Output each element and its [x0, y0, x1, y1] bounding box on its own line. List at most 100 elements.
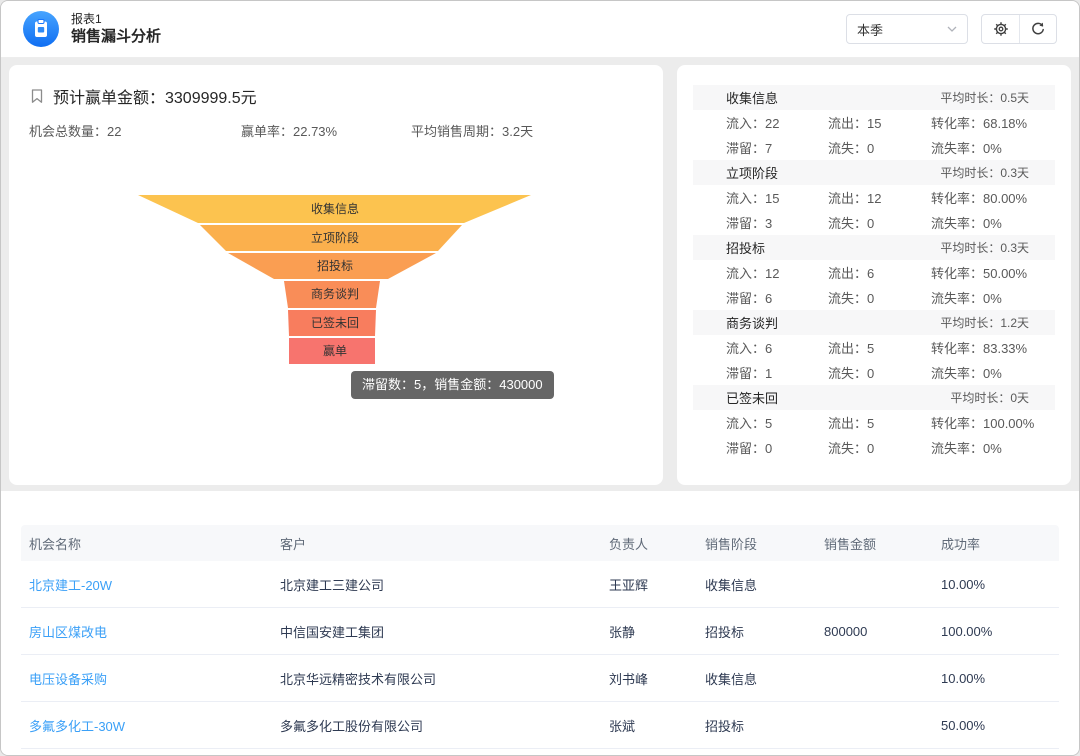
cell-stage: 招投标	[705, 622, 824, 641]
stat-conversion-rate: 转化率：68.18%	[931, 113, 1027, 132]
stat-outflow: 流出：5	[828, 338, 931, 357]
stat-inflow: 流入：12	[726, 263, 828, 282]
funnel-label-5: 已签未回	[311, 315, 359, 330]
stage-section-header: 招投标 平均时长：0.3天	[693, 235, 1055, 260]
stage-avg-duration: 平均时长：1.2天	[940, 314, 1029, 331]
stage-name: 收集信息	[726, 88, 778, 107]
opportunity-link[interactable]: 房山区煤改电	[29, 622, 280, 641]
stage-avg-duration: 平均时长：0.3天	[940, 164, 1029, 181]
refresh-icon	[1030, 21, 1046, 37]
stage-avg-duration: 平均时长：0.5天	[940, 89, 1029, 106]
top-bar: 报表1 销售漏斗分析 本季	[1, 1, 1079, 58]
stage-section: 立项阶段 平均时长：0.3天 流入：15 流出：12 转化率：80.00% 滞留…	[677, 160, 1071, 235]
clipboard-icon	[23, 11, 59, 47]
stat-stay: 滞留：1	[726, 363, 828, 382]
stage-stats-row: 滞留：6 流失：0 流失率：0%	[693, 285, 1055, 310]
col-sales-stage: 销售阶段	[705, 534, 824, 553]
funnel-panel: 预计赢单金额：3309999.5元 机会总数量：22 赢单率：22.73% 平均…	[9, 65, 663, 485]
stat-loss-rate: 流失率：0%	[931, 213, 1002, 232]
funnel-label-6: 赢单	[323, 343, 347, 358]
table-row: 北京建工-20W 北京建工三建公司 王亚辉 收集信息 10.00%	[21, 561, 1059, 608]
table-header-row: 机会名称 客户 负责人 销售阶段 销售金额 成功率	[21, 525, 1059, 561]
funnel-tooltip: 滞留数：5，销售金额：430000	[351, 371, 554, 399]
stage-section: 招投标 平均时长：0.3天 流入：12 流出：6 转化率：50.00% 滞留：6…	[677, 235, 1071, 310]
stat-stay: 滞留：6	[726, 288, 828, 307]
funnel-label-1: 收集信息	[311, 201, 359, 216]
stat-loss: 流失：0	[828, 213, 931, 232]
stat-inflow: 流入：15	[726, 188, 828, 207]
funnel-label-3: 招投标	[317, 258, 353, 273]
cell-customer: 多氟多化工股份有限公司	[280, 716, 609, 735]
stage-name: 立项阶段	[726, 163, 778, 182]
stat-loss-rate: 流失率：0%	[931, 438, 1002, 457]
stat-inflow: 流入：5	[726, 413, 828, 432]
opportunity-table-panel: 机会名称 客户 负责人 销售阶段 销售金额 成功率 北京建工-20W 北京建工三…	[1, 491, 1079, 756]
cell-owner: 王亚辉	[609, 575, 705, 594]
stage-section-header: 立项阶段 平均时长：0.3天	[693, 160, 1055, 185]
stat-loss-rate: 流失率：0%	[931, 363, 1002, 382]
stage-stats-row: 滞留：3 流失：0 流失率：0%	[693, 210, 1055, 235]
opportunity-link[interactable]: 北京建工-20W	[29, 575, 280, 594]
stat-stay: 滞留：7	[726, 138, 828, 157]
gear-icon	[993, 21, 1009, 37]
stat-inflow: 流入：6	[726, 338, 828, 357]
stat-outflow: 流出：5	[828, 413, 931, 432]
stat-loss: 流失：0	[828, 438, 931, 457]
stage-stats-row: 流入：22 流出：15 转化率：68.18%	[693, 110, 1055, 135]
stage-stats-row: 流入：12 流出：6 转化率：50.00%	[693, 260, 1055, 285]
cell-amount: 800000	[824, 624, 941, 639]
stat-loss: 流失：0	[828, 288, 931, 307]
period-select[interactable]: 本季	[846, 14, 968, 44]
stat-loss-rate: 流失率：0%	[931, 138, 1002, 157]
stage-stats-row: 滞留：1 流失：0 流失率：0%	[693, 360, 1055, 385]
stage-stats-row: 流入：15 流出：12 转化率：80.00%	[693, 185, 1055, 210]
stat-conversion-rate: 转化率：83.33%	[931, 338, 1027, 357]
cell-success: 10.00%	[941, 671, 1059, 686]
dashboard-page: 报表1 销售漏斗分析 本季	[0, 0, 1080, 756]
table-row: 房山区煤改电 中信国安建工集团 张静 招投标 800000 100.00%	[21, 608, 1059, 655]
stage-section-header: 已签未回 平均时长：0天	[693, 385, 1055, 410]
stage-stats-row: 流入：5 流出：5 转化率：100.00%	[693, 410, 1055, 435]
cell-stage: 收集信息	[705, 669, 824, 688]
stage-avg-duration: 平均时长：0天	[950, 389, 1029, 406]
cell-owner: 张静	[609, 622, 705, 641]
stage-name: 已签未回	[726, 388, 778, 407]
stat-outflow: 流出：15	[828, 113, 931, 132]
stage-section: 商务谈判 平均时长：1.2天 流入：6 流出：5 转化率：83.33% 滞留：1…	[677, 310, 1071, 385]
stat-conversion-rate: 转化率：50.00%	[931, 263, 1027, 282]
stage-section: 收集信息 平均时长：0.5天 流入：22 流出：15 转化率：68.18% 滞留…	[677, 85, 1071, 160]
page-title: 销售漏斗分析	[71, 27, 161, 46]
col-customer: 客户	[280, 534, 609, 553]
table-row: 多氟多化工-30W 多氟多化工股份有限公司 张斌 招投标 50.00%	[21, 702, 1059, 749]
opportunity-table: 机会名称 客户 负责人 销售阶段 销售金额 成功率 北京建工-20W 北京建工三…	[21, 525, 1059, 749]
stat-inflow: 流入：22	[726, 113, 828, 132]
stage-stats-list: 收集信息 平均时长：0.5天 流入：22 流出：15 转化率：68.18% 滞留…	[677, 65, 1071, 460]
stat-stay: 滞留：0	[726, 438, 828, 457]
period-select-value: 本季	[857, 20, 883, 39]
topbar-actions: 本季	[846, 14, 1057, 44]
stage-stats-row: 滞留：0 流失：0 流失率：0%	[693, 435, 1055, 460]
stat-conversion-rate: 转化率：100.00%	[931, 413, 1034, 432]
col-opportunity-name: 机会名称	[29, 534, 280, 553]
refresh-button[interactable]	[1019, 15, 1056, 43]
stage-section: 已签未回 平均时长：0天 流入：5 流出：5 转化率：100.00% 滞留：0 …	[677, 385, 1071, 460]
col-success-rate: 成功率	[941, 534, 1059, 553]
stat-outflow: 流出：12	[828, 188, 931, 207]
title-block: 报表1 销售漏斗分析	[71, 12, 161, 46]
stage-section-header: 收集信息 平均时长：0.5天	[693, 85, 1055, 110]
stat-stay: 滞留：3	[726, 213, 828, 232]
cell-owner: 张斌	[609, 716, 705, 735]
funnel-label-2: 立项阶段	[311, 230, 359, 245]
opportunity-link[interactable]: 电压设备采购	[29, 669, 280, 688]
opportunity-link[interactable]: 多氟多化工-30W	[29, 716, 280, 735]
col-owner: 负责人	[609, 534, 705, 553]
settings-button[interactable]	[982, 15, 1019, 43]
cell-success: 100.00%	[941, 624, 1059, 639]
funnel-label-4: 商务谈判	[311, 286, 359, 301]
cell-success: 10.00%	[941, 577, 1059, 592]
stage-stats-row: 滞留：7 流失：0 流失率：0%	[693, 135, 1055, 160]
cell-success: 50.00%	[941, 718, 1059, 733]
report-label: 报表1	[71, 12, 161, 27]
toolbar-button-group	[981, 14, 1057, 44]
stat-outflow: 流出：6	[828, 263, 931, 282]
